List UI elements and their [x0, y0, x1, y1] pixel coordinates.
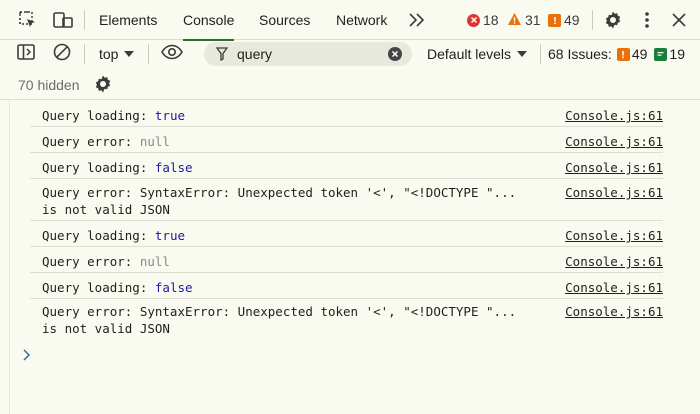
error-icon — [467, 13, 480, 27]
more-tabs-icon[interactable] — [404, 7, 430, 33]
settings-icon[interactable] — [93, 74, 113, 99]
device-toggle-icon[interactable] — [50, 7, 76, 33]
tab-console[interactable]: Console — [183, 0, 235, 41]
hidden-count: 70 hidden — [18, 77, 80, 93]
prompt-chevron-icon — [22, 348, 32, 365]
console-message: Query error: null Console.js:61 — [30, 127, 663, 153]
source-link[interactable]: Console.js:61 — [565, 107, 663, 124]
source-link[interactable]: Console.js:61 — [565, 159, 663, 176]
source-link[interactable]: Console.js:61 — [565, 279, 663, 296]
devtools-tabbar: Elements Console Sources Network 18 31 4… — [0, 0, 700, 41]
chevron-down-icon — [124, 45, 135, 63]
clear-filter-icon[interactable] — [388, 47, 402, 61]
context-select[interactable]: top — [99, 41, 135, 67]
log-levels-select[interactable]: Default levels — [427, 41, 528, 67]
live-expression-button[interactable] — [160, 41, 184, 67]
close-icon[interactable] — [666, 7, 692, 33]
console-prompt[interactable] — [22, 348, 32, 366]
source-link[interactable]: Console.js:61 — [565, 303, 663, 320]
source-link[interactable]: Console.js:61 — [565, 184, 663, 201]
issues-button[interactable]: 68 Issues: 49 19 — [548, 41, 685, 67]
sidebar-icon — [16, 42, 36, 67]
clear-console-button[interactable] — [52, 41, 72, 67]
clear-icon — [52, 42, 72, 67]
issue-flag-icon — [548, 13, 561, 27]
source-link[interactable]: Console.js:61 — [565, 133, 663, 150]
warning-counter[interactable]: 31 — [507, 0, 541, 40]
console-message: Query error: SyntaxError: Unexpected tok… — [30, 179, 663, 221]
kebab-icon[interactable] — [634, 7, 660, 33]
issue-flag-icon — [616, 47, 630, 61]
inspect-icon[interactable] — [15, 7, 41, 33]
console-message: Query loading: true Console.js:61 — [30, 101, 663, 127]
tab-sources[interactable]: Sources — [259, 0, 310, 40]
hidden-row: 70 hidden — [0, 68, 700, 100]
tab-elements[interactable]: Elements — [99, 0, 157, 40]
sidebar-toggle[interactable] — [16, 41, 36, 67]
console-toolbar: top query Default levels 68 Issues: 49 1… — [0, 40, 700, 68]
error-counter[interactable]: 18 — [467, 0, 499, 40]
tab-network[interactable]: Network — [336, 0, 387, 40]
info-counter[interactable]: 49 — [548, 0, 580, 40]
console-message: Query loading: false Console.js:61 — [30, 153, 663, 179]
console-message: Query loading: true Console.js:61 — [30, 221, 663, 247]
console-message: Query loading: false Console.js:61 — [30, 273, 663, 299]
source-link[interactable]: Console.js:61 — [565, 253, 663, 270]
filter-input[interactable]: query — [204, 42, 412, 66]
source-link[interactable]: Console.js:61 — [565, 227, 663, 244]
message-icon — [654, 47, 668, 61]
console-messages: Query loading: true Console.js:61 Query … — [0, 101, 700, 337]
gear-icon[interactable] — [600, 7, 626, 33]
filter-icon — [215, 47, 229, 66]
eye-icon — [160, 44, 184, 65]
chevron-down-icon — [517, 45, 528, 63]
console-message: Query error: null Console.js:61 — [30, 247, 663, 273]
console-message: Query error: SyntaxError: Unexpected tok… — [42, 303, 663, 336]
warning-icon — [507, 12, 522, 29]
